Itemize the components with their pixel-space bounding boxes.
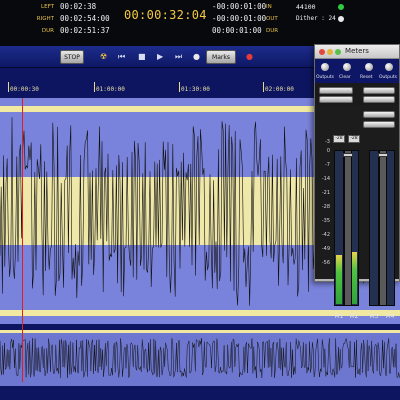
peak-readout[interactable]: -28 (333, 135, 345, 143)
fader-cap[interactable] (343, 153, 353, 157)
stop-icon[interactable]: ■ (138, 51, 146, 63)
current-time-display[interactable]: 00:00:32:04 (124, 8, 207, 22)
ruler-tick-label: 02:00:00 (265, 86, 294, 93)
ruler-tick (8, 82, 9, 92)
record-icon[interactable]: ● (246, 51, 253, 63)
dur-label: DUR (41, 28, 54, 34)
meter-m3 (369, 150, 379, 306)
in-time[interactable]: -00:00:01:00 (212, 2, 266, 11)
meter-scale-label: -14 (321, 176, 330, 182)
biohazard-icon[interactable]: ☢ (100, 51, 107, 63)
meter-toggle-button[interactable] (363, 96, 395, 103)
ruler-tick (94, 82, 95, 92)
dur2-time[interactable]: 00:00:01:00 (212, 26, 262, 35)
fast-forward-icon[interactable]: ⏭ (175, 51, 182, 63)
meters-control-label: Outputs (379, 75, 397, 80)
stop-mode-button[interactable]: STOP (60, 50, 84, 64)
transport-panel: LEFT 00:02:38 RIGHT 00:02:54:00 DUR 00:0… (0, 0, 400, 46)
playhead-cursor[interactable] (22, 98, 23, 382)
meters-control-label: Outputs (316, 75, 334, 80)
meters-control-label: Clear (339, 75, 351, 80)
channel-label: M3 (369, 313, 379, 320)
sample-rate: 44100 (296, 3, 316, 11)
ruler-tick-label: 01:00:00 (96, 86, 125, 93)
channel-label: M1 (334, 313, 344, 320)
channel-label: M2 (349, 313, 359, 320)
dur-time[interactable]: 00:02:51:37 (60, 26, 110, 35)
circle-icon[interactable]: ● (193, 51, 200, 63)
left-label: LEFT (41, 4, 54, 10)
ruler-tick-label: 00:00:30 (10, 86, 39, 93)
meter-scale-label: -35 (321, 218, 330, 224)
overview-panel[interactable] (0, 324, 400, 400)
meter-fill (336, 255, 342, 304)
in-label: IN (266, 4, 272, 10)
meter-m1 (334, 150, 344, 306)
out-time[interactable]: -00:00:01:00 (212, 14, 266, 23)
peak-readout[interactable]: -28 (348, 135, 360, 143)
left-time[interactable]: 00:02:38 (60, 2, 96, 11)
meter-toggle-button[interactable] (363, 87, 395, 94)
out-label: OUT (266, 16, 278, 22)
fader-m3m4[interactable] (378, 150, 388, 306)
dither-readout: Dither : 24 (296, 15, 336, 22)
meter-scale-label: -28 (321, 204, 330, 210)
status-led-icon (338, 4, 344, 10)
meter-scale-label: -21 (321, 190, 330, 196)
meter-scale-label: -7 (325, 162, 330, 168)
fader-cap[interactable] (378, 153, 388, 157)
play-icon[interactable]: ▶ (157, 51, 163, 63)
knob-icon[interactable] (365, 63, 373, 71)
dur2-label: DUR (266, 28, 279, 34)
meter-scale-label: 0 (326, 148, 330, 154)
meter-toggle-button[interactable] (363, 121, 395, 128)
meter-scale-label: -49 (321, 246, 330, 252)
ruler-tick (179, 82, 180, 92)
rewind-icon[interactable]: ⏮ (118, 51, 125, 63)
marks-button[interactable]: Marks (206, 50, 236, 64)
meter-scale-label: -42 (321, 232, 330, 238)
knob-icon[interactable] (321, 63, 329, 71)
meter-toggle-button[interactable] (319, 96, 353, 103)
right-time[interactable]: 00:02:54:00 (60, 14, 110, 23)
right-label: RIGHT (36, 16, 54, 22)
meter-scale-label: -56 (321, 260, 330, 266)
meter-toggle-button[interactable] (319, 87, 353, 94)
knob-icon[interactable] (385, 63, 393, 71)
fader-m1m2[interactable] (343, 150, 353, 306)
ruler-tick (263, 82, 264, 92)
meters-window[interactable]: Meters Outputs Clear Reset Outputs -3 0 … (314, 44, 400, 320)
channel-label: M4 (385, 313, 395, 320)
ruler-tick-label: 01:30:00 (181, 86, 210, 93)
meters-title: Meters (345, 47, 369, 55)
meter-scale-label: -3 (325, 139, 330, 145)
knob-icon[interactable] (343, 63, 351, 71)
status-led-icon (338, 16, 344, 22)
meters-control-label: Reset (360, 75, 373, 80)
meter-toggle-button[interactable] (363, 111, 395, 118)
overview-selection (0, 330, 400, 333)
overview-waveform[interactable] (0, 324, 400, 400)
meters-titlebar[interactable]: Meters (315, 45, 399, 59)
